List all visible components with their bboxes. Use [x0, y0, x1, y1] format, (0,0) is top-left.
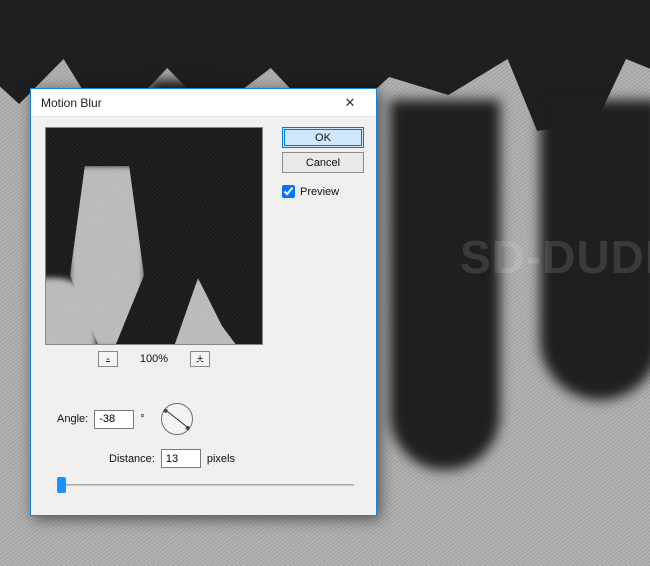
dialog-actions: OK Cancel Preview: [282, 127, 364, 198]
ok-button[interactable]: OK: [282, 127, 364, 148]
dialog-titlebar[interactable]: Motion Blur ✕: [31, 89, 376, 117]
angle-label: Angle:: [57, 413, 88, 425]
effect-preview[interactable]: [45, 127, 263, 345]
bg-shape: [390, 100, 500, 470]
zoom-level: 100%: [140, 353, 168, 365]
angle-dial[interactable]: [161, 403, 193, 435]
distance-label: Distance:: [109, 453, 155, 465]
cancel-button[interactable]: Cancel: [282, 152, 364, 173]
cancel-label: Cancel: [306, 157, 340, 169]
ok-label: OK: [315, 132, 331, 144]
preview-pixels: [156, 278, 263, 345]
preview-checkbox[interactable]: [282, 185, 295, 198]
zoom-in-button[interactable]: +: [190, 351, 210, 367]
distance-input[interactable]: [161, 449, 201, 468]
motion-blur-dialog: Motion Blur ✕ - 100% + OK Cancel Preview…: [30, 88, 377, 516]
distance-unit: pixels: [207, 453, 235, 465]
preview-checkbox-label: Preview: [300, 186, 339, 198]
plus-icon: +: [197, 354, 203, 365]
slider-track: [57, 484, 354, 486]
close-icon: ✕: [345, 95, 356, 111]
zoom-controls: - 100% +: [45, 351, 263, 367]
slider-thumb[interactable]: [57, 477, 66, 493]
angle-unit: °: [140, 413, 144, 425]
watermark-text: SD-DUDE: [460, 230, 650, 284]
zoom-out-button[interactable]: -: [98, 351, 118, 367]
close-button[interactable]: ✕: [330, 91, 370, 115]
minus-icon: -: [106, 354, 110, 365]
angle-row: Angle: °: [57, 403, 193, 435]
preview-checkbox-row[interactable]: Preview: [282, 185, 364, 198]
angle-needle: [165, 410, 188, 428]
angle-input[interactable]: [94, 410, 134, 429]
dialog-body: - 100% + OK Cancel Preview Angle: ° Dist…: [31, 117, 376, 515]
distance-slider[interactable]: [57, 475, 354, 495]
distance-row: Distance: pixels: [109, 449, 235, 468]
dialog-title: Motion Blur: [41, 96, 330, 110]
